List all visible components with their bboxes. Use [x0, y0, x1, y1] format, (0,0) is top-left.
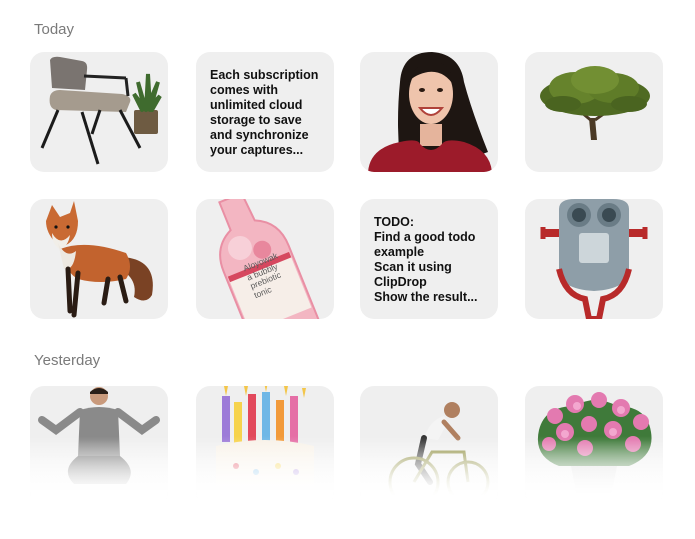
capture-birthday-cake[interactable]	[196, 386, 334, 506]
capture-bottle[interactable]: Aloyowak a bubbly prebiotic tonic	[196, 199, 334, 319]
binoculars-image	[540, 199, 648, 319]
subscription-note-text: Each subscription comes with unlimited c…	[210, 68, 319, 157]
fox-image	[46, 201, 153, 318]
woman-portrait-image	[368, 52, 492, 172]
flower-pot-image	[537, 392, 652, 496]
capture-subscription-note[interactable]: Each subscription comes with unlimited c…	[196, 52, 334, 172]
birthday-cake-image	[216, 386, 314, 486]
capture-tree[interactable]	[525, 52, 663, 172]
capture-smiling-woman[interactable]	[360, 52, 498, 172]
chair-plant-image	[40, 56, 162, 165]
capture-binoculars[interactable]	[525, 199, 663, 319]
capture-fox[interactable]	[30, 199, 168, 319]
capture-chair-plant[interactable]	[30, 52, 168, 172]
capture-cyclist[interactable]	[360, 386, 498, 506]
section-title-yesterday: Yesterday	[34, 352, 101, 369]
capture-todo-note[interactable]: TODO: Find a good todo example Scan it u…	[360, 199, 498, 319]
todo-note-text: TODO: Find a good todo example Scan it u…	[374, 215, 478, 304]
levitating-man-image	[38, 387, 160, 484]
capture-flower-pot[interactable]	[525, 386, 663, 506]
tree-image	[540, 66, 650, 140]
cyclist-image	[388, 402, 490, 506]
section-title-today: Today	[34, 21, 75, 38]
capture-levitating-man[interactable]	[30, 386, 168, 506]
